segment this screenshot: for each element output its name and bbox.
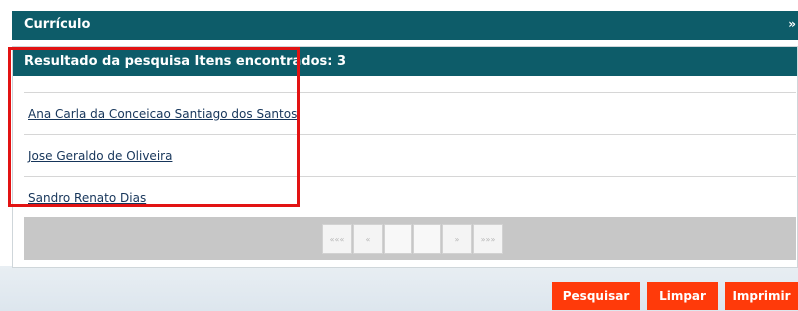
result-link[interactable]: Sandro Renato Dias xyxy=(28,191,146,205)
pagination: ««« « » »»» xyxy=(322,224,504,254)
search-results-header: Resultado da pesquisa Itens encontrados:… xyxy=(13,47,797,76)
print-button[interactable]: Imprimir xyxy=(725,282,798,310)
first-page-button[interactable]: ««« xyxy=(322,224,352,254)
results-list: Ana Carla da Conceicao Santiago dos Sant… xyxy=(24,92,796,219)
clear-button[interactable]: Limpar xyxy=(647,282,718,310)
page-number-slot[interactable] xyxy=(384,224,412,254)
result-link[interactable]: Jose Geraldo de Oliveira xyxy=(28,149,172,163)
search-results-panel: Resultado da pesquisa Itens encontrados:… xyxy=(12,46,798,268)
previous-page-button[interactable]: « xyxy=(353,224,383,254)
page-number-slot[interactable] xyxy=(413,224,441,254)
result-link[interactable]: Ana Carla da Conceicao Santiago dos Sant… xyxy=(28,107,297,121)
page-title: Currículo xyxy=(24,17,91,32)
collapse-chevron-icon[interactable]: » xyxy=(788,17,796,31)
list-item: Ana Carla da Conceicao Santiago dos Sant… xyxy=(24,92,796,135)
curriculo-header: Currículo » xyxy=(12,11,798,40)
list-item: Jose Geraldo de Oliveira xyxy=(24,135,796,177)
search-results-title: Resultado da pesquisa Itens encontrados:… xyxy=(24,54,347,69)
last-page-button[interactable]: »»» xyxy=(473,224,503,254)
next-page-button[interactable]: » xyxy=(442,224,472,254)
list-item: Sandro Renato Dias xyxy=(24,177,796,219)
pagination-bar: ««« « » »»» xyxy=(24,217,796,260)
search-button[interactable]: Pesquisar xyxy=(552,282,640,310)
